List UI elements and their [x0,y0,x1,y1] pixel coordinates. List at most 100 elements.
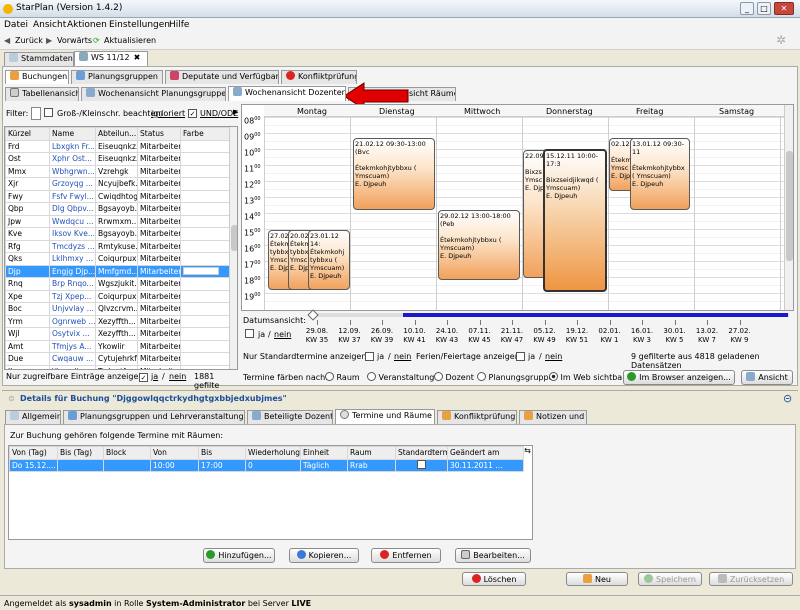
table-row[interactable]: Due Cwqauw ... Cytujehrkf Mitarbeiter [5,352,230,366]
edit-button[interactable]: Bearbeiten... [455,548,531,563]
tab-ws-1112[interactable]: WS 11/12 ✖ [74,51,148,66]
minimize-button[interactable]: _ [740,2,754,15]
table-row[interactable]: FrdLbxgkn Fr...Eiseuqnkz...Mitarbeiter [5,139,230,153]
table-row[interactable]: Amt Tfmjys A... Ykowlir Mitarbeiter [5,339,230,353]
tab-deputate[interactable]: Deputate und Verfügbarkeit [165,70,279,84]
table-row[interactable]: Qbp Dlg Qbpv... Bgsayoyb... Mitarbeiter [5,202,230,216]
tcol-raum[interactable]: Raum [347,446,396,460]
table-row[interactable]: QksLklhmxy ...Coiqurpux...Mitarbeiter [5,252,230,266]
tab-beteiligte-dozenten[interactable]: Beteiligte Dozenten [247,410,333,424]
new-button[interactable]: Neu [566,572,628,586]
tcol-bis[interactable]: Bis [198,446,246,460]
table-row[interactable]: Yrm Ognrweb ... Xezyffth... Mitarbeiter [5,314,230,328]
refresh-button[interactable]: Aktualisieren [104,36,156,45]
close-button[interactable]: ✕ [774,2,794,15]
col-farbe[interactable]: Farbe [180,127,230,141]
column-config-icon[interactable]: ⇆ [523,446,532,458]
menu-ansicht[interactable]: Ansicht [33,20,66,30]
radio-im-web-sichtbar[interactable]: Im Web sichtbar [549,372,626,382]
tab-stammdaten[interactable]: Stammdaten [4,52,74,66]
scroll-right-icon[interactable]: ▶ [233,108,238,116]
forward-button[interactable]: Vorwärts [57,36,92,45]
add-button[interactable]: Hinzufügen... [203,548,275,563]
tcol-geaendert-am[interactable]: Geändert am [447,446,524,460]
tcol-block[interactable]: Block [103,446,151,460]
holiday-checkbox[interactable] [516,352,525,362]
tcol-bis-tag[interactable]: Bis (Tag) [57,446,104,460]
event-card[interactable]: 23.01.12 14: Étekmkohj tybbxu ( Ymscuam) E… [308,230,350,290]
col-kuerzel[interactable]: Kürzel [5,127,50,141]
timeline-ja[interactable]: ja [258,330,265,339]
remove-button[interactable]: Entfernen [371,548,441,563]
event-card[interactable]: 13.01.12 09:30-11 Étekmkohjtybbx ( Ymscua… [630,138,690,210]
table-scrollbar[interactable] [229,127,237,369]
termine-row[interactable]: Do 15.12.... 10:00 17:00 0 Täglich Rrab 30.… [9,458,524,472]
table-row[interactable]: Wjl Osytvix ... Xezyffth... Mitarbeiter [5,327,230,341]
tab-planungsgruppen-lv[interactable]: Planungsgruppen und Lehrveranstaltungen [63,410,245,424]
nein-link[interactable]: nein [169,372,186,381]
back-button[interactable]: Zurück [15,36,43,45]
accessible-checkbox[interactable]: ✓ [139,372,148,382]
radio-raum[interactable]: Raum [325,372,360,382]
tcol-einheit[interactable]: Einheit [300,446,348,460]
menu-aktionen[interactable]: Aktionen [67,20,107,30]
tab-wochenansicht-dozenten[interactable]: Wochenansicht Dozenten [228,86,346,101]
radio-planungsgruppe[interactable]: Planungsgruppe [477,372,553,382]
delete-button[interactable]: Löschen [462,572,526,586]
tab-konfliktpruefung-detail[interactable]: Konfliktprüfung [437,410,517,424]
table-row[interactable]: Boc Unjvvlay ... Qlvzcrvm... Mitarbeiter [5,302,230,316]
holiday-ja[interactable]: ja [528,352,535,361]
tcol-von[interactable]: Von [150,446,199,460]
holiday-nein[interactable]: nein [545,352,562,361]
menu-hilfe[interactable]: Hilfe [169,20,189,30]
expand-details-icon[interactable]: ⊝ [783,392,792,405]
view-button[interactable]: Ansicht [741,370,793,385]
table-row[interactable]: Kve Iksov Kve... Bgsayoyb... Mitarbeiter [5,227,230,241]
std-ja[interactable]: ja [377,352,384,361]
tab-planungsgruppen[interactable]: Planungsgruppen [71,70,163,84]
timeline-range-bar[interactable] [403,313,788,317]
tab-buchungen[interactable]: Buchungen [5,70,69,84]
col-name[interactable]: Name [49,127,96,141]
calendar-scrollbar[interactable] [784,105,793,310]
table-row[interactable]: JkuYlpse Jku...Tyduutfs...Mitarbeiter [5,364,230,369]
event-card[interactable]: 21.02.12 09:30-13:00 (Bvc Étekmkohjtybbxu… [353,138,435,210]
standardtermin-checkbox[interactable] [395,458,448,472]
table-row[interactable]: Jpw Wwdqcu ... Rrwmxm... Mitarbeiter [5,214,230,228]
ignore-link[interactable]: ignoriert [151,109,185,118]
menu-einstellungen[interactable]: Einstellungen [109,20,170,30]
table-row[interactable]: OstXphr Ost...Eiseuqnkz...Mitarbeiter [5,152,230,166]
tab-allgemein[interactable]: Allgemein [5,410,61,424]
filter-input[interactable] [31,107,41,120]
reset-button[interactable]: Zurücksetzen [709,572,793,586]
timeline-checkbox[interactable] [245,329,254,339]
radio-veranstaltung[interactable]: Veranstaltung [367,372,434,382]
table-row[interactable]: XjrGrzoyqg ...Ncyujbefk...Mitarbeiter [5,177,230,191]
table-row[interactable]: Mmx Wbhgrwn... Vzrehgk Mitarbeiter [5,164,230,178]
event-card-selected[interactable]: 15.12.11 10:00-17:3 Bixzseidjikwqd ( Ymsc… [543,149,607,292]
copy-button[interactable]: Kopieren... [289,548,359,563]
close-tab-icon[interactable]: ✖ [134,53,141,62]
save-button[interactable]: Speichern [638,572,702,586]
table-row[interactable]: FwyFsfv Fwyl...Cwiqdhtog...Mitarbeiter [5,189,230,203]
tab-wochenansicht-planungsgruppen[interactable]: Wochenansicht Planungsgruppen [81,87,226,101]
case-checkbox[interactable] [44,108,53,118]
timeline-nein[interactable]: nein [274,330,291,339]
collapse-icon[interactable]: ⊜ [8,394,15,403]
tab-tabellenansicht[interactable]: Tabellenansicht [5,87,79,101]
maximize-button[interactable]: □ [757,2,771,15]
tab-notizen-tags[interactable]: Notizen und Tags [519,410,587,424]
std-nein[interactable]: nein [394,352,411,361]
col-status[interactable]: Status [137,127,181,141]
table-row[interactable]: RfgTmcdyzs ...Rmtykuse...Mitarbeiter [5,239,230,253]
std-checkbox[interactable] [365,352,374,362]
timeline-handle[interactable] [307,309,319,321]
table-row[interactable]: Rnq Brp Rnqo... Wgszjukit... Mitarbeiter [5,277,230,291]
tcol-wiederholungen[interactable]: Wiederholungen [245,446,301,460]
table-row[interactable]: XpeTzj Xpep...Coiqurpux...Mitarbeiter [5,289,230,303]
browser-button[interactable]: Im Browser anzeigen... [623,370,735,385]
col-abteilung[interactable]: Abteilun... [95,127,138,141]
andor-checkbox[interactable]: ✓ [188,108,197,118]
table-row[interactable]: Djp Engjg Djp... Mmfgmd... Mitarbeiter [5,264,230,278]
event-card[interactable]: 29.02.12 13:00-18:00 (Peb Étekmkohjtybbxu… [438,210,520,280]
